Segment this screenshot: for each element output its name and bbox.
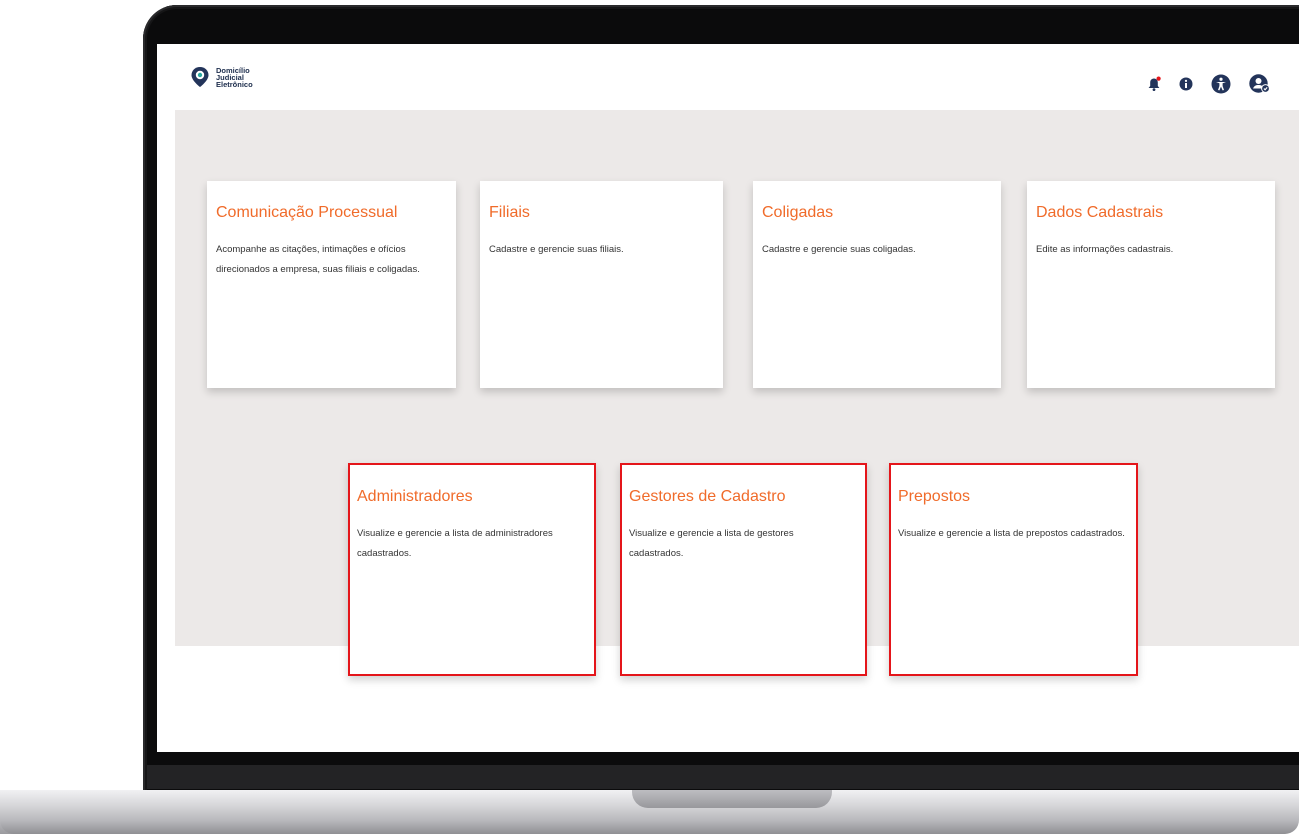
card-gestores-de-cadastro[interactable]: Gestores de Cadastro Visualize e gerenci… xyxy=(620,463,867,676)
main-content: Comunicação Processual Acompanhe as cita… xyxy=(175,110,1299,676)
app-logo[interactable]: Domicílio Judicial Eletrônico xyxy=(190,66,253,88)
card-title: Comunicação Processual xyxy=(216,204,398,221)
laptop-mockup: Domicílio Judicial Eletrônico Comunicaçã… xyxy=(0,0,1299,834)
laptop-screen: Domicílio Judicial Eletrônico Comunicaçã… xyxy=(157,44,1299,752)
card-title: Gestores de Cadastro xyxy=(629,488,786,505)
header-actions xyxy=(1147,74,1271,94)
laptop-chin xyxy=(147,765,1299,789)
card-title: Filiais xyxy=(489,204,530,221)
card-description: Cadastre e gerencie suas filiais. xyxy=(489,244,624,255)
info-icon[interactable] xyxy=(1179,77,1193,91)
card-coligadas[interactable]: Coligadas Cadastre e gerencie suas colig… xyxy=(753,181,1001,388)
notification-dot xyxy=(1156,76,1161,81)
card-filiais[interactable]: Filiais Cadastre e gerencie suas filiais… xyxy=(480,181,723,388)
card-title: Prepostos xyxy=(898,488,971,505)
logo-line: Eletrônico xyxy=(216,79,253,89)
laptop-notch xyxy=(632,790,832,808)
bell-icon[interactable] xyxy=(1147,76,1161,92)
user-settings-icon[interactable] xyxy=(1249,74,1271,94)
card-description: Cadastre e gerencie suas coligadas. xyxy=(762,244,916,255)
accessibility-icon[interactable] xyxy=(1211,74,1231,94)
location-pin-icon xyxy=(191,67,209,87)
card-description: Visualize e gerencie a lista de administ… xyxy=(357,528,553,559)
card-description: Acompanhe as citações, intimações e ofíc… xyxy=(216,244,420,275)
card-description: Edite as informações cadastrais. xyxy=(1036,244,1174,255)
app-header: Domicílio Judicial Eletrônico xyxy=(157,44,1299,110)
card-administradores[interactable]: Administradores Visualize e gerencie a l… xyxy=(348,463,596,676)
card-prepostos[interactable]: Prepostos Visualize e gerencie a lista d… xyxy=(889,463,1138,676)
card-title: Administradores xyxy=(357,488,473,505)
card-comunicacao-processual[interactable]: Comunicação Processual Acompanhe as cita… xyxy=(207,181,456,388)
card-title: Dados Cadastrais xyxy=(1036,204,1164,221)
logo-wordmark: Domicílio Judicial Eletrônico xyxy=(216,66,253,89)
card-description: Visualize e gerencie a lista de gestores… xyxy=(629,528,794,559)
card-dados-cadastrais[interactable]: Dados Cadastrais Edite as informações ca… xyxy=(1027,181,1275,388)
card-description: Visualize e gerencie a lista de preposto… xyxy=(898,528,1125,539)
card-title: Coligadas xyxy=(762,204,834,221)
